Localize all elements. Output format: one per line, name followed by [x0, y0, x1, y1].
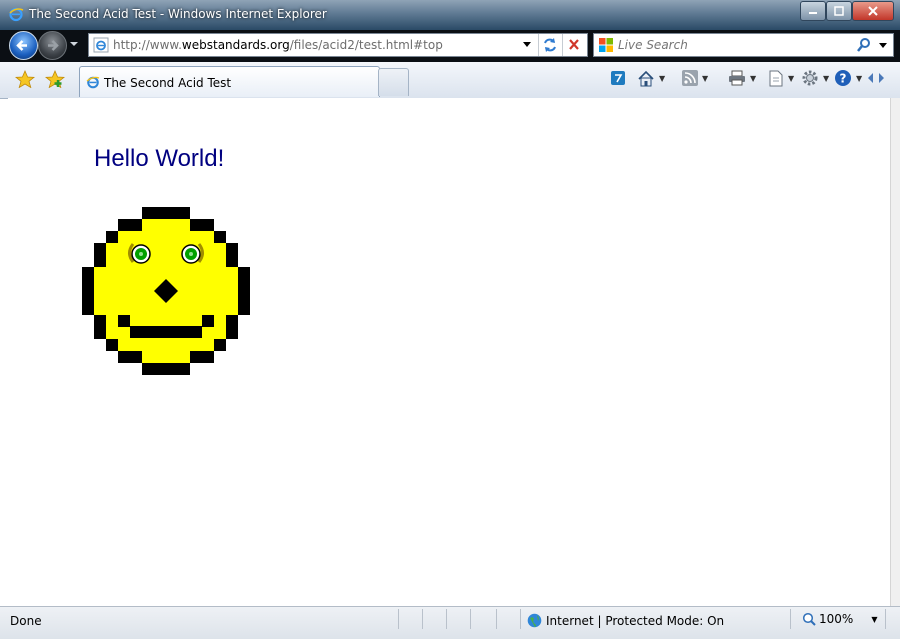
search-box[interactable]: [593, 33, 894, 57]
tab-acid-test[interactable]: The Second Acid Test: [79, 66, 380, 97]
maximize-icon: [834, 6, 844, 16]
home-icon: [638, 70, 654, 86]
close-icon: [868, 6, 878, 16]
recent-pages-dropdown-icon[interactable]: [68, 40, 80, 48]
quicktabs-icon: [611, 71, 625, 85]
add-favorite-icon[interactable]: [45, 70, 65, 88]
address-field[interactable]: http://www.webstandards.org/files/acid2/…: [88, 33, 588, 57]
page-icon: [769, 70, 783, 86]
url-domain: webstandards.org: [181, 38, 290, 52]
new-tab-button[interactable]: [378, 68, 409, 96]
minimize-button[interactable]: [800, 1, 826, 21]
url-text: http://www.webstandards.org/files/acid2/…: [113, 38, 443, 52]
status-bar: Done Internet | Protected Mode: On 100% …: [0, 606, 900, 639]
close-button[interactable]: [852, 1, 894, 21]
minimize-icon: [809, 12, 817, 14]
zoom-text: 100%: [819, 612, 854, 626]
help-dropdown-icon[interactable]: ▼: [856, 74, 862, 83]
security-zone[interactable]: Internet | Protected Mode: On: [527, 613, 724, 628]
help-button[interactable]: ? ▼: [834, 69, 862, 87]
page-dropdown-icon[interactable]: ▼: [788, 74, 794, 83]
help-icon: ?: [835, 70, 851, 86]
globe-icon: [527, 613, 542, 628]
favorites-star-icon[interactable]: [15, 70, 35, 88]
feeds-dropdown-icon[interactable]: ▼: [702, 74, 708, 83]
command-bar: The Second Acid Test ▼ ▼ ▼ ▼ ▼ ? ▼: [0, 62, 900, 99]
toolbar-chevron-button[interactable]: [867, 69, 885, 87]
printer-icon: [729, 70, 745, 86]
live-search-logo-icon: [599, 38, 613, 52]
status-divider: [470, 609, 471, 629]
back-arrow-icon: [16, 40, 27, 51]
page-content: Hello World!: [8, 98, 890, 606]
search-icon[interactable]: [856, 37, 872, 53]
feeds-button[interactable]: ▼: [682, 69, 708, 87]
zoom-dropdown-icon[interactable]: ▼: [871, 615, 877, 624]
ie-logo-icon: [8, 6, 24, 25]
status-divider: [422, 609, 423, 629]
home-button[interactable]: ▼: [637, 69, 665, 87]
title-bar: The Second Acid Test - Windows Internet …: [0, 0, 900, 30]
search-options-dropdown-icon[interactable]: [878, 42, 888, 50]
acid2-smiley-face: [82, 207, 250, 375]
zoom-level[interactable]: 100% ▼: [802, 612, 877, 626]
rss-feed-icon: [682, 70, 698, 86]
content-right-edge: [890, 98, 900, 606]
home-dropdown-icon[interactable]: ▼: [659, 74, 665, 83]
forward-arrow-icon: [48, 40, 59, 51]
navigation-bar: http://www.webstandards.org/files/acid2/…: [0, 30, 900, 62]
zoom-magnifier-icon: [802, 612, 816, 626]
forward-button[interactable]: [38, 31, 67, 60]
chevron-right-icon: [868, 73, 884, 83]
refresh-icon: [544, 38, 556, 52]
gear-icon: [802, 70, 818, 86]
left-eye: [128, 243, 151, 264]
status-divider: [446, 609, 447, 629]
status-divider: [496, 609, 497, 629]
page-heading: Hello World!: [94, 145, 225, 172]
status-divider: [790, 609, 791, 629]
svg-text:?: ?: [840, 72, 847, 86]
status-text: Done: [10, 614, 42, 628]
stop-button[interactable]: [562, 34, 587, 56]
address-dropdown-icon[interactable]: [522, 41, 532, 49]
tab-label: The Second Acid Test: [104, 76, 232, 90]
stop-icon: [569, 39, 579, 50]
print-button[interactable]: ▼: [728, 69, 756, 87]
back-button[interactable]: [9, 31, 38, 60]
tab-ie-icon: [86, 76, 100, 89]
print-dropdown-icon[interactable]: ▼: [750, 74, 756, 83]
quicktabs-button[interactable]: [611, 69, 625, 87]
status-divider: [520, 609, 521, 629]
zone-text: Internet | Protected Mode: On: [546, 613, 725, 628]
status-divider: [398, 609, 399, 629]
status-divider: [885, 609, 886, 629]
tools-dropdown-icon[interactable]: ▼: [823, 74, 829, 83]
page-menu-button[interactable]: ▼: [768, 69, 794, 87]
refresh-button[interactable]: [538, 34, 562, 56]
right-eye: [181, 243, 204, 264]
page-ie-icon: [93, 37, 109, 53]
tools-menu-button[interactable]: ▼: [801, 69, 829, 87]
search-input[interactable]: [618, 37, 848, 53]
maximize-button[interactable]: [826, 1, 852, 21]
window-title: The Second Acid Test - Windows Internet …: [29, 7, 327, 21]
